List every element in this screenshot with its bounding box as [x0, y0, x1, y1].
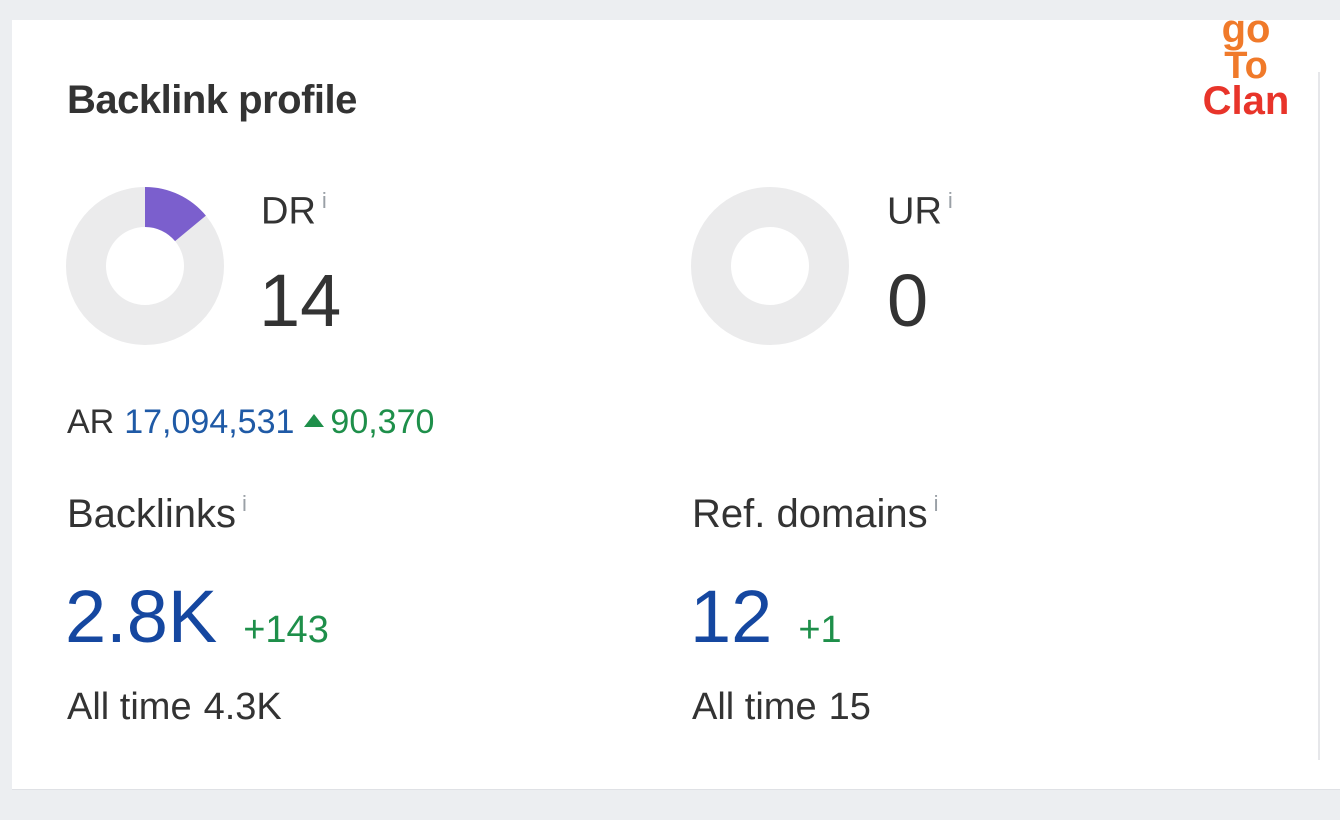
ref-domains-info-icon[interactable]: i	[934, 491, 939, 516]
dr-label-text: DR	[261, 190, 316, 233]
ref-domains-label: Ref. domains i	[692, 491, 939, 537]
ar-delta-value: 90,370	[330, 403, 435, 441]
ar-label: AR	[67, 403, 115, 441]
ur-label-text: UR	[887, 190, 942, 233]
ar-value[interactable]: 17,094,531	[124, 403, 294, 441]
logo-line-3: Clan	[1203, 79, 1290, 118]
card-divider	[1318, 72, 1320, 760]
backlinks-alltime-value[interactable]: 4.3K	[204, 686, 282, 728]
up-triangle-icon	[304, 414, 325, 427]
dr-info-icon[interactable]: i	[322, 188, 327, 213]
ur-value[interactable]: 0	[887, 258, 928, 343]
backlinks-value-row: 2.8K +143	[65, 574, 329, 659]
dr-value[interactable]: 14	[259, 258, 341, 343]
ref-domains-alltime: All time 15	[692, 686, 871, 729]
backlinks-label: Backlinks i	[67, 491, 247, 537]
ur-label: UR i	[887, 188, 953, 234]
backlinks-label-text: Backlinks	[67, 492, 236, 536]
card-title: Backlink profile	[67, 78, 357, 122]
ur-donut-gauge	[691, 187, 849, 345]
backlinks-alltime-label: All time	[67, 686, 192, 728]
ref-domains-delta: +1	[798, 609, 842, 651]
backlink-profile-card: Backlink profile DR i 14 UR i 0 AR 17,094,5…	[12, 20, 1340, 790]
ar-row: AR 17,094,531 90,370	[67, 403, 434, 442]
ur-info-icon[interactable]: i	[948, 188, 953, 213]
backlinks-info-icon[interactable]: i	[242, 491, 247, 516]
backlinks-delta: +143	[243, 609, 329, 651]
dr-label: DR i	[261, 188, 327, 234]
gotoclan-logo: go To Clan	[1203, 7, 1290, 118]
ref-domains-alltime-label: All time	[692, 686, 817, 728]
ref-domains-alltime-value[interactable]: 15	[829, 686, 871, 728]
dr-donut-gauge	[66, 187, 224, 345]
ref-domains-label-text: Ref. domains	[692, 492, 928, 536]
backlinks-value[interactable]: 2.8K	[65, 575, 217, 658]
backlinks-alltime: All time 4.3K	[67, 686, 282, 729]
ref-domains-value[interactable]: 12	[690, 575, 772, 658]
ur-gauge-track	[691, 187, 849, 345]
ref-domains-value-row: 12 +1	[690, 574, 842, 659]
ar-delta: 90,370	[304, 403, 434, 441]
